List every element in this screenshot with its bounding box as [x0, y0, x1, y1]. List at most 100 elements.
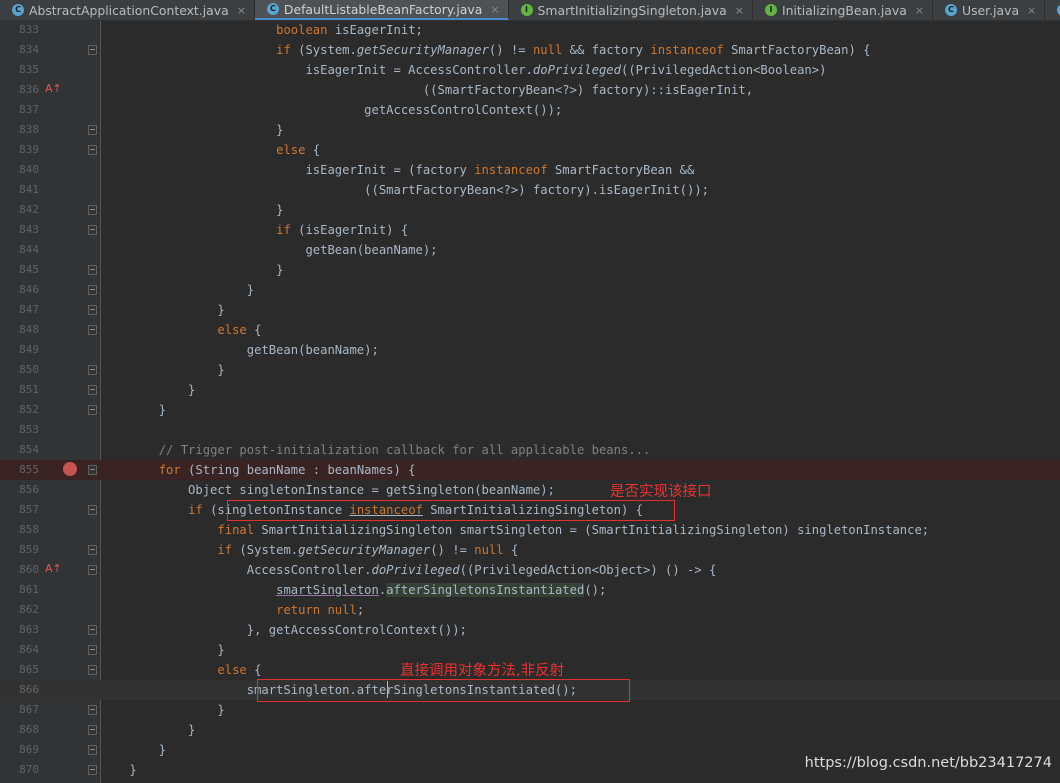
- line-number: 857: [19, 503, 39, 516]
- code-line[interactable]: 837 getAccessControlContext());: [0, 100, 1060, 120]
- fold-expanded-icon[interactable]: [88, 225, 97, 235]
- code-line[interactable]: 858 final SmartInitializingSingleton sma…: [0, 520, 1060, 540]
- fold-expanded-icon[interactable]: [88, 565, 97, 575]
- fold-end-icon[interactable]: [88, 205, 97, 215]
- code-line[interactable]: 863 }, getAccessControlContext());: [0, 620, 1060, 640]
- override-marker-icon[interactable]: A↑: [45, 562, 62, 575]
- code-token: }: [100, 723, 196, 737]
- code-line[interactable]: 868 }: [0, 720, 1060, 740]
- fold-end-icon[interactable]: [88, 725, 97, 735]
- code-line[interactable]: 848 else {: [0, 320, 1060, 340]
- editor-tab[interactable]: CAbstractBean: [1045, 0, 1060, 20]
- fold-expanded-icon[interactable]: [88, 325, 97, 335]
- code-line[interactable]: 841 ((SmartFactoryBean<?>) factory).isEa…: [0, 180, 1060, 200]
- code-line[interactable]: 867 }: [0, 700, 1060, 720]
- close-tab-icon[interactable]: ×: [237, 4, 246, 17]
- code-line[interactable]: 859 if (System.getSecurityManager() != n…: [0, 540, 1060, 560]
- fold-expanded-icon[interactable]: [88, 545, 97, 555]
- code-line[interactable]: 854 // Trigger post-initialization callb…: [0, 440, 1060, 460]
- code-line[interactable]: 851 }: [0, 380, 1060, 400]
- editor-tab[interactable]: I InitializingBean.java ×: [753, 0, 934, 20]
- code-line[interactable]: 850 }: [0, 360, 1060, 380]
- fold-expanded-icon[interactable]: [88, 45, 97, 55]
- code-token: }: [100, 403, 167, 417]
- code-line[interactable]: 860 A↑ AccessController.doPrivileged((Pri…: [0, 560, 1060, 580]
- close-tab-icon[interactable]: ×: [915, 4, 924, 17]
- code-line[interactable]: 849 getBean(beanName);: [0, 340, 1060, 360]
- code-text: getBean(beanName);: [100, 340, 379, 360]
- code-line[interactable]: 840 isEagerInit = (factory instanceof Sm…: [0, 160, 1060, 180]
- breakpoint-icon[interactable]: [63, 462, 77, 476]
- editor-tab[interactable]: C User.java ×: [933, 0, 1046, 20]
- code-line[interactable]: 834 if (System.getSecurityManager() != n…: [0, 40, 1060, 60]
- fold-end-icon[interactable]: [88, 305, 97, 315]
- code-line[interactable]: 835 isEagerInit = AccessController.doPri…: [0, 60, 1060, 80]
- code-line[interactable]: 852 }: [0, 400, 1060, 420]
- code-text: getBean(beanName);: [100, 240, 438, 260]
- fold-end-icon[interactable]: [88, 285, 97, 295]
- line-number: 858: [19, 523, 39, 536]
- code-line[interactable]: 864 }: [0, 640, 1060, 660]
- close-tab-icon[interactable]: ×: [490, 3, 499, 16]
- override-marker-icon[interactable]: A↑: [45, 82, 62, 95]
- code-line[interactable]: 839 else {: [0, 140, 1060, 160]
- code-line[interactable]: 846 }: [0, 280, 1060, 300]
- code-token: ();: [584, 583, 607, 597]
- code-line[interactable]: 843 if (isEagerInit) {: [0, 220, 1060, 240]
- editor-tab[interactable]: C AbstractApplicationContext.java ×: [0, 0, 255, 20]
- code-line[interactable]: 836 A↑ ((SmartFactoryBean<?>) factory)::i…: [0, 80, 1060, 100]
- code-line[interactable]: 838 }: [0, 120, 1060, 140]
- fold-end-icon[interactable]: [88, 125, 97, 135]
- code-token: if: [217, 543, 233, 557]
- code-line[interactable]: 856 Object singletonInstance = getSingle…: [0, 480, 1060, 500]
- fold-end-icon[interactable]: [88, 365, 97, 375]
- fold-end-icon[interactable]: [88, 385, 97, 395]
- line-number: 852: [19, 403, 39, 416]
- fold-expanded-icon[interactable]: [88, 505, 97, 515]
- editor-tab[interactable]: C DefaultListableBeanFactory.java ×: [254, 0, 509, 20]
- code-token: SmartFactoryBean &&: [547, 163, 695, 177]
- fold-end-icon[interactable]: [88, 745, 97, 755]
- code-line[interactable]: 862 return null;: [0, 600, 1060, 620]
- fold-end-icon[interactable]: [88, 405, 97, 415]
- fold-end-icon[interactable]: [88, 265, 97, 275]
- code-line[interactable]: 845 }: [0, 260, 1060, 280]
- fold-end-icon[interactable]: [88, 705, 97, 715]
- code-line[interactable]: 847 }: [0, 300, 1060, 320]
- fold-end-icon[interactable]: [88, 625, 97, 635]
- close-tab-icon[interactable]: ×: [735, 4, 744, 17]
- code-text: ((SmartFactoryBean<?>) factory)::isEager…: [100, 80, 753, 100]
- code-line[interactable]: 844 getBean(beanName);: [0, 240, 1060, 260]
- code-token: ((SmartFactoryBean<?>) factory)::isEager…: [100, 83, 754, 97]
- code-line[interactable]: 855 for (String beanName : beanNames) {: [0, 460, 1060, 480]
- editor-tab-label: User.java: [962, 2, 1020, 18]
- code-token: getBean(beanName);: [100, 243, 438, 257]
- code-line[interactable]: 842 }: [0, 200, 1060, 220]
- code-token: if: [188, 503, 203, 517]
- line-number: 856: [19, 483, 39, 496]
- code-text: }: [100, 120, 283, 140]
- line-number: 867: [19, 703, 39, 716]
- editor-tab-bar: C AbstractApplicationContext.java × C Defaul…: [0, 0, 1060, 21]
- fold-end-icon[interactable]: [88, 765, 97, 775]
- close-tab-icon[interactable]: ×: [1027, 4, 1036, 17]
- code-line[interactable]: 853: [0, 420, 1060, 440]
- class-icon: C: [266, 3, 279, 15]
- line-number: 849: [19, 343, 39, 356]
- code-line[interactable]: 861 smartSingleton.afterSingletonsInstan…: [0, 580, 1060, 600]
- code-token: getSecurityManager: [298, 543, 431, 557]
- fold-expanded-icon[interactable]: [88, 465, 97, 475]
- code-line[interactable]: 833 boolean isEagerInit;: [0, 20, 1060, 40]
- line-number: 834: [19, 43, 39, 56]
- fold-expanded-icon[interactable]: [88, 665, 97, 675]
- code-token: {: [246, 663, 262, 677]
- editor-tab[interactable]: I SmartInitializingSingleton.java ×: [509, 0, 753, 20]
- code-text: }: [100, 400, 166, 420]
- fold-end-icon[interactable]: [88, 645, 97, 655]
- code-token: }: [100, 383, 196, 397]
- class-icon: C: [945, 4, 958, 16]
- fold-expanded-icon[interactable]: [88, 145, 97, 155]
- code-token: ((PrivilegedAction<Object>) () -> {: [459, 563, 717, 577]
- code-token: }: [100, 763, 137, 777]
